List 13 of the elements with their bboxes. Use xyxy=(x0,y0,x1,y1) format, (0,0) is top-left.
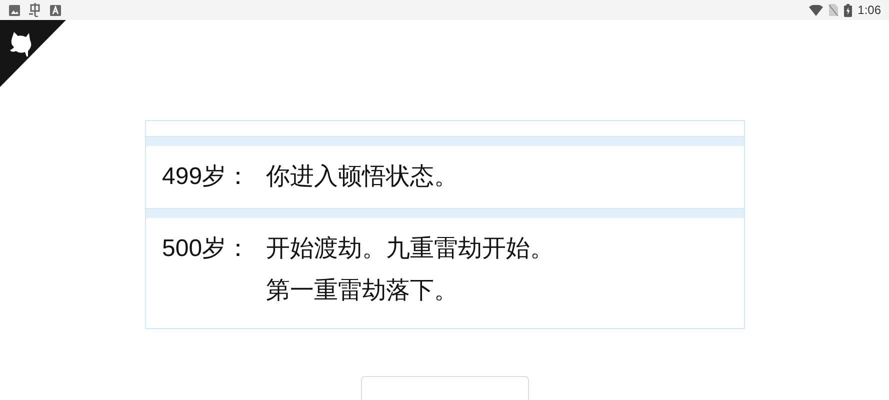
wifi-icon xyxy=(808,4,823,16)
clock-time: 1:06 xyxy=(858,3,881,17)
event-text: 你进入顿悟状态。 xyxy=(266,162,458,192)
event-text: 开始渡劫。九重雷劫开始。 xyxy=(266,234,554,264)
age-label: 499岁： xyxy=(162,162,252,192)
age-label: 500岁： xyxy=(162,234,252,264)
battery-icon xyxy=(844,4,852,16)
font-icon xyxy=(50,4,61,16)
github-corner-icon[interactable] xyxy=(0,20,66,87)
event-text: 第一重雷劫落下。 xyxy=(266,276,459,306)
no-sim-icon xyxy=(828,4,838,16)
app-notification-icon xyxy=(28,3,42,17)
image-icon xyxy=(9,4,20,16)
